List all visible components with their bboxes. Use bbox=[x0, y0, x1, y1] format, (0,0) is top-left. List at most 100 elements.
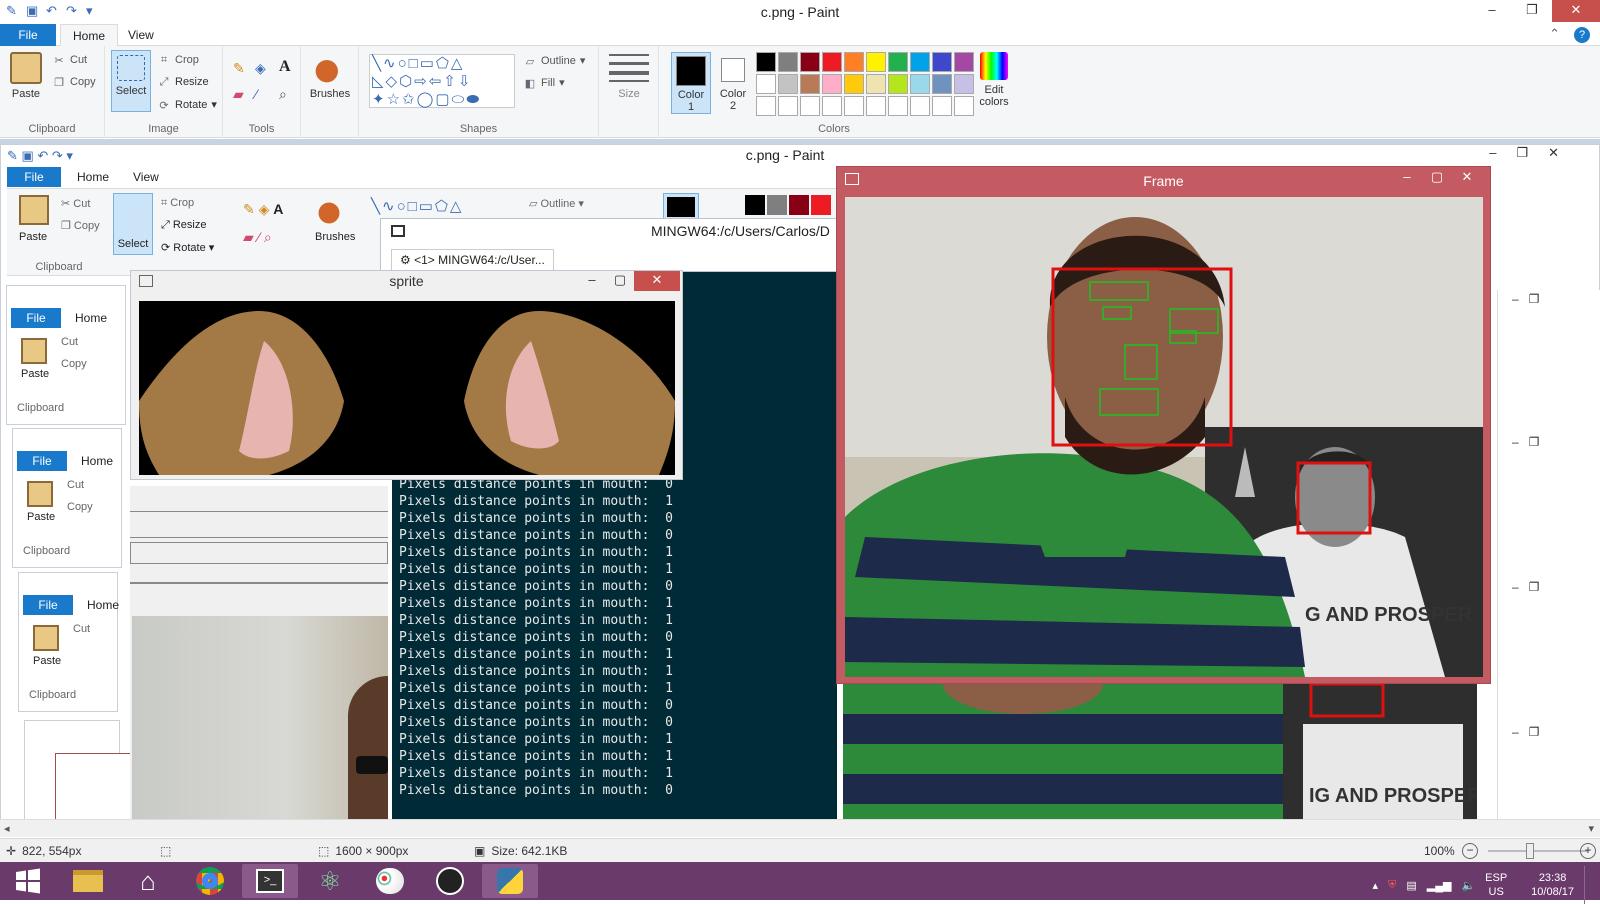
tab-file[interactable]: File bbox=[0, 24, 56, 46]
palette-swatch[interactable] bbox=[778, 96, 798, 116]
nested4-paste-icon[interactable] bbox=[33, 625, 59, 651]
palette-swatch[interactable] bbox=[888, 52, 908, 72]
palette-swatch[interactable] bbox=[910, 52, 930, 72]
palette-swatch[interactable] bbox=[954, 96, 974, 116]
terminal-taskbar-button[interactable]: >_ bbox=[242, 864, 298, 898]
scroll-down-icon[interactable]: ▾ bbox=[1588, 822, 1594, 835]
sprite-maximize[interactable]: ▢ bbox=[606, 271, 634, 291]
nested4-cut-label[interactable]: Cut bbox=[73, 623, 90, 635]
palette-swatch[interactable] bbox=[932, 96, 952, 116]
fill-bucket-icon[interactable]: ◈ bbox=[255, 60, 266, 77]
color1-button[interactable]: Color 1 bbox=[671, 52, 711, 114]
palette-swatch[interactable] bbox=[844, 74, 864, 94]
palette-swatch[interactable] bbox=[800, 74, 820, 94]
paste-button[interactable]: Paste bbox=[6, 52, 46, 100]
collapse-ribbon-icon[interactable]: ⌃ bbox=[1549, 26, 1560, 42]
nested-tab-view[interactable]: View bbox=[123, 167, 169, 187]
nested-rotate[interactable]: ⟳ Rotate ▾ bbox=[161, 241, 214, 254]
clock[interactable]: 23:38 10/08/17 bbox=[1531, 871, 1574, 899]
copy-button[interactable]: ❐ Copy bbox=[52, 76, 96, 89]
show-hidden-icons[interactable]: ▴ bbox=[1373, 879, 1379, 892]
frame-maximize[interactable]: ▢ bbox=[1422, 167, 1452, 189]
palette-swatch[interactable] bbox=[800, 96, 820, 116]
palette-swatch[interactable] bbox=[910, 74, 930, 94]
nested2-tab-file[interactable]: File bbox=[11, 308, 61, 328]
nested-cut[interactable]: ✂ Cut bbox=[61, 197, 90, 210]
nested2-cut-label[interactable]: Cut bbox=[61, 336, 78, 348]
nested4-tab-home[interactable]: Home bbox=[77, 595, 129, 615]
network-icon[interactable]: ▂▄▆ bbox=[1427, 879, 1452, 892]
nested-tools-icons-2[interactable]: ▰ ⁄ ⌕ bbox=[243, 229, 272, 246]
size-button[interactable]: Size bbox=[609, 54, 649, 100]
crop-button[interactable]: ⌗ Crop bbox=[157, 54, 199, 66]
terminal-tab[interactable]: ⚙ <1> MINGW64:/c/User... bbox=[391, 249, 554, 271]
nested-copy[interactable]: ❐ Copy bbox=[61, 219, 100, 232]
show-desktop-button[interactable] bbox=[1584, 866, 1592, 904]
brushes-button[interactable]: Brushes bbox=[307, 52, 353, 100]
nested4-tab-file[interactable]: File bbox=[23, 595, 73, 615]
palette-swatch[interactable] bbox=[910, 96, 930, 116]
eraser-icon[interactable]: ▰ bbox=[233, 86, 244, 103]
nested-tools-icons[interactable]: ✎ ◈ A bbox=[243, 201, 283, 218]
chrome-button[interactable] bbox=[182, 864, 238, 898]
nested-right-controls-1[interactable]: – ❐ bbox=[1512, 292, 1539, 306]
nested-resize[interactable]: ⤢ Resize bbox=[161, 219, 206, 232]
palette-swatch[interactable] bbox=[888, 74, 908, 94]
nested-close[interactable]: ✕ bbox=[1548, 145, 1559, 161]
palette-swatch[interactable] bbox=[800, 52, 820, 72]
nested-tab-file[interactable]: File bbox=[7, 167, 61, 187]
palette-swatch[interactable] bbox=[778, 52, 798, 72]
nested2-paste-icon[interactable] bbox=[21, 338, 47, 364]
nested-right-controls-4[interactable]: – ❐ bbox=[1512, 725, 1539, 739]
zoom-slider-thumb[interactable] bbox=[1526, 843, 1534, 859]
horizontal-scrollbar[interactable]: ◂ ▾ bbox=[0, 819, 1600, 837]
nested2-tab-home[interactable]: Home bbox=[65, 308, 117, 328]
nested3-copy-label[interactable]: Copy bbox=[67, 501, 93, 513]
minimize-button[interactable]: – bbox=[1472, 0, 1512, 22]
palette-swatch[interactable] bbox=[866, 74, 886, 94]
close-button[interactable]: ✕ bbox=[1552, 0, 1600, 22]
nested-paste-icon[interactable] bbox=[19, 195, 49, 225]
edit-colors-button[interactable]: Edit colors bbox=[975, 52, 1013, 108]
start-button[interactable] bbox=[0, 864, 56, 898]
tab-home[interactable]: Home bbox=[60, 24, 119, 46]
nested3-tab-home[interactable]: Home bbox=[71, 451, 123, 471]
obs-button[interactable] bbox=[422, 864, 478, 898]
palette-swatch[interactable] bbox=[932, 52, 952, 72]
nested-right-controls-3[interactable]: – ❐ bbox=[1512, 580, 1539, 594]
volume-icon[interactable]: 🔈 bbox=[1461, 879, 1475, 892]
sprite-close[interactable]: ✕ bbox=[634, 271, 680, 291]
palette-swatch[interactable] bbox=[778, 74, 798, 94]
outline-button[interactable]: ▱ Outline ▾ bbox=[523, 54, 586, 68]
palette-swatch[interactable] bbox=[822, 74, 842, 94]
resize-button[interactable]: ⤢ Resize bbox=[157, 76, 209, 88]
text-tool-icon[interactable]: A bbox=[279, 58, 291, 76]
nested3-cut-label[interactable]: Cut bbox=[67, 479, 84, 491]
palette-swatch[interactable] bbox=[954, 52, 974, 72]
frame-minimize[interactable]: – bbox=[1392, 167, 1422, 189]
atom-button[interactable]: ⚛ bbox=[302, 864, 358, 898]
nested-minimize[interactable]: – bbox=[1489, 145, 1496, 161]
maximize-button[interactable]: ❐ bbox=[1512, 0, 1552, 22]
nested-outline[interactable]: ▱ Outline ▾ bbox=[529, 197, 584, 210]
pencil-icon[interactable]: ✎ bbox=[233, 60, 245, 77]
nested-maximize[interactable]: ❐ bbox=[1516, 145, 1528, 161]
palette-swatch[interactable] bbox=[866, 52, 886, 72]
cut-button[interactable]: ✂ Cut bbox=[52, 54, 87, 67]
tab-view[interactable]: View bbox=[116, 24, 166, 46]
palette-swatch[interactable] bbox=[844, 96, 864, 116]
file-explorer-button[interactable] bbox=[60, 864, 116, 898]
nested3-paste-icon[interactable] bbox=[27, 481, 53, 507]
shield-icon[interactable]: ⛨ bbox=[1388, 879, 1396, 892]
nested-select-button[interactable]: Select bbox=[113, 193, 153, 255]
shapes-gallery[interactable]: ╲∿○□▭⬠△ ◺◇⬡⇨⇦⇧⇩ ✦☆✩◯▢⬭⬬ bbox=[369, 54, 515, 108]
rotate-button[interactable]: ⟳ Rotate ▾ bbox=[157, 98, 217, 112]
nested-tab-home[interactable]: Home bbox=[67, 167, 119, 187]
palette-swatch[interactable] bbox=[844, 52, 864, 72]
color2-button[interactable]: Color 2 bbox=[715, 52, 751, 112]
color-picker-icon[interactable]: ⁄ bbox=[255, 86, 257, 102]
nested-right-controls-2[interactable]: – ❐ bbox=[1512, 435, 1539, 449]
nested-color1[interactable] bbox=[663, 193, 699, 221]
magnifier-icon[interactable]: ⌕ bbox=[279, 86, 287, 103]
nested-crop[interactable]: ⌗ Crop bbox=[161, 197, 194, 210]
